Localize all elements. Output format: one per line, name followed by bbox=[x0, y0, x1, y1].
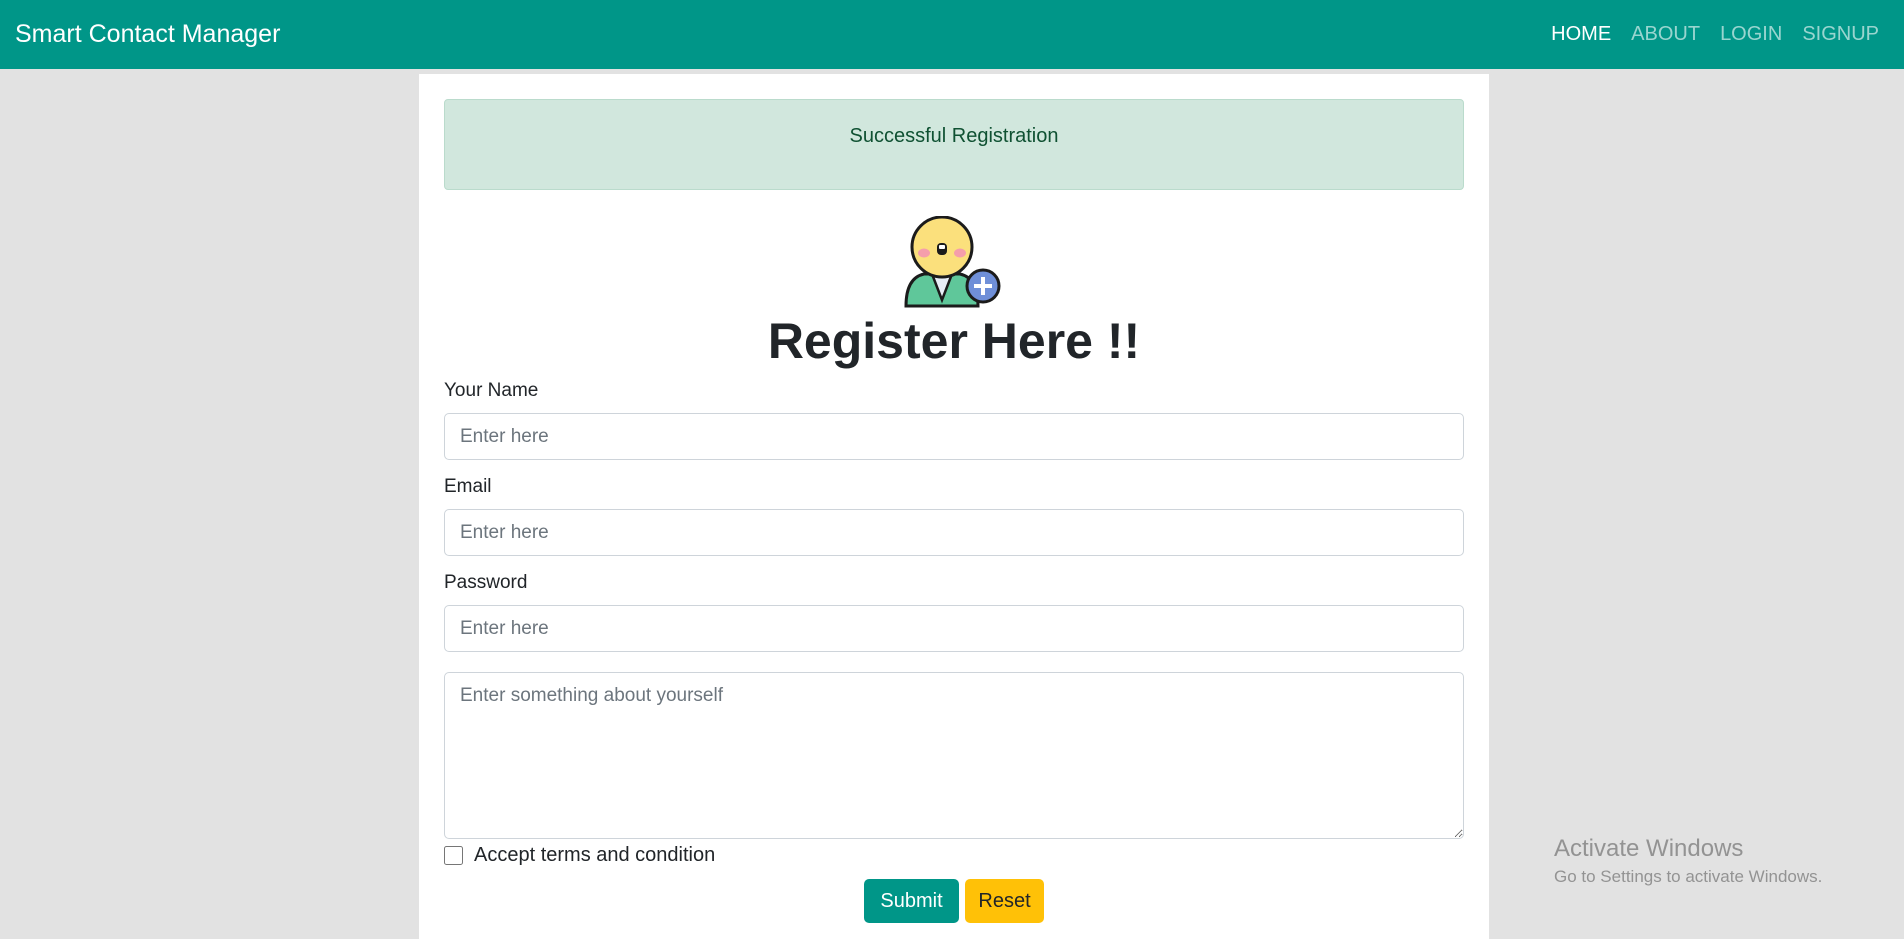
email-label: Email bbox=[444, 476, 492, 497]
reset-button[interactable]: Reset bbox=[965, 879, 1044, 923]
terms-row: Accept terms and condition bbox=[444, 843, 1464, 867]
name-label: Your Name bbox=[444, 380, 539, 401]
password-input[interactable] bbox=[444, 605, 1464, 652]
email-input[interactable] bbox=[444, 509, 1464, 556]
terms-checkbox[interactable] bbox=[444, 845, 463, 865]
activate-windows-watermark: Activate Windows Go to Settings to activ… bbox=[1554, 835, 1822, 887]
nav-about[interactable]: ABOUT bbox=[1621, 23, 1710, 46]
terms-label: Accept terms and condition bbox=[474, 843, 716, 866]
password-label: Password bbox=[444, 572, 528, 593]
watermark-title: Activate Windows bbox=[1554, 835, 1744, 862]
nav-login[interactable]: LOGIN bbox=[1710, 23, 1792, 46]
logo-container bbox=[444, 216, 1464, 308]
submit-button[interactable]: Submit bbox=[864, 879, 959, 923]
add-user-icon bbox=[904, 216, 1001, 308]
register-card: Successful Registration Register Here !!… bbox=[419, 74, 1489, 939]
nav-links: HOME ABOUT LOGIN SIGNUP bbox=[1541, 23, 1889, 46]
name-input[interactable] bbox=[444, 413, 1464, 460]
about-textarea[interactable] bbox=[444, 672, 1464, 839]
success-alert: Successful Registration bbox=[444, 99, 1464, 190]
navbar: Smart Contact Manager HOME ABOUT LOGIN S… bbox=[0, 0, 1904, 69]
nav-signup[interactable]: SIGNUP bbox=[1792, 23, 1889, 46]
alert-message: Successful Registration bbox=[849, 125, 1059, 147]
brand-link[interactable]: Smart Contact Manager bbox=[15, 20, 280, 49]
page-title: Register Here !! bbox=[767, 313, 1141, 369]
nav-home[interactable]: HOME bbox=[1541, 23, 1621, 46]
button-row: Submit Reset bbox=[444, 879, 1464, 923]
watermark-subtitle: Go to Settings to activate Windows. bbox=[1554, 867, 1823, 886]
